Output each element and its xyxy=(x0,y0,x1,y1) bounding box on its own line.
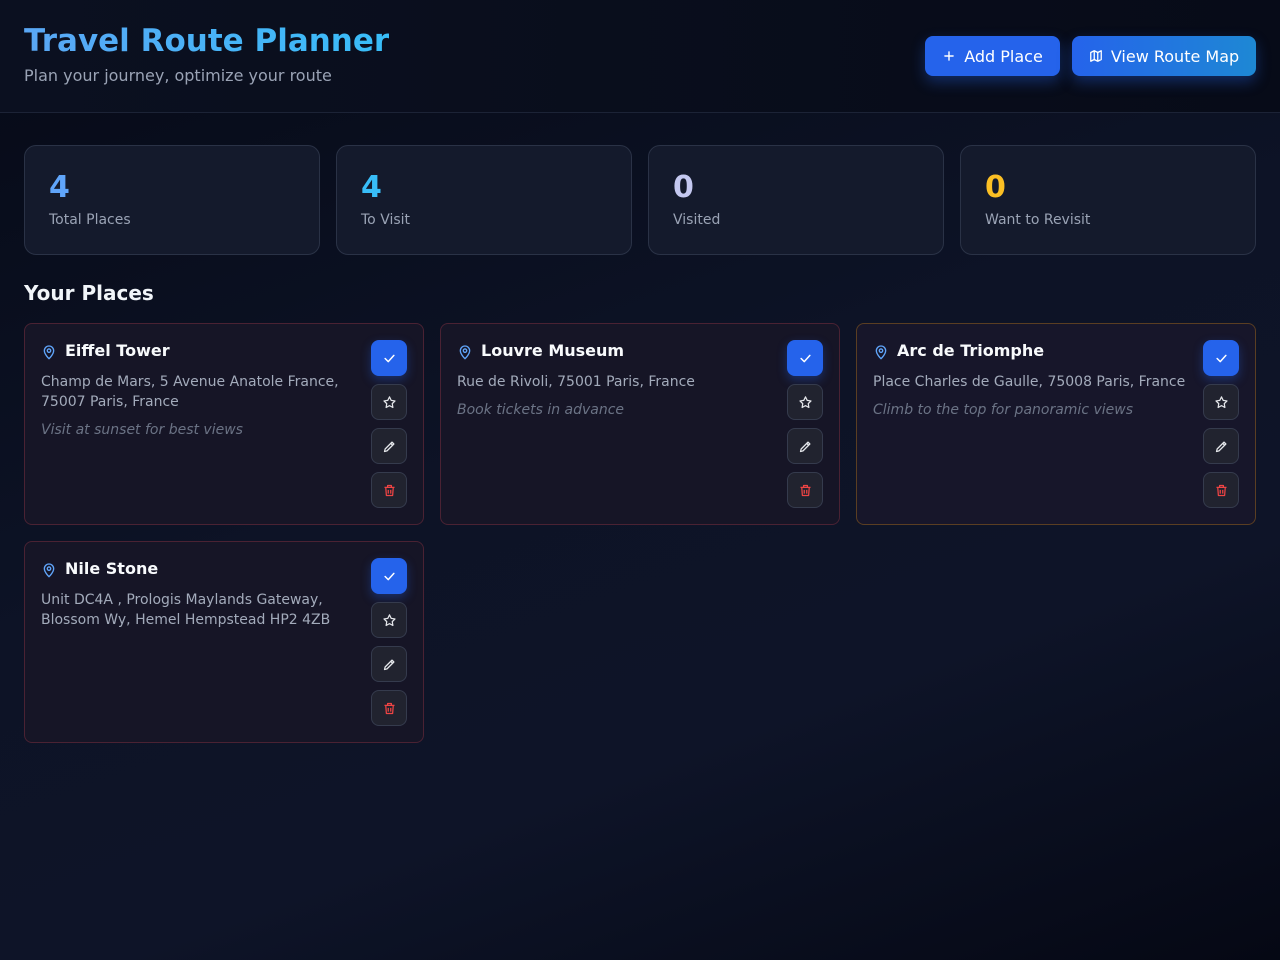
delete-place-button[interactable] xyxy=(371,472,407,508)
mark-visited-button[interactable] xyxy=(787,340,823,376)
app-subtitle: Plan your journey, optimize your route xyxy=(24,66,332,85)
stat-label: Total Places xyxy=(49,212,131,228)
star-icon xyxy=(382,395,396,408)
place-address: Champ de Mars, 5 Avenue Anatole France, … xyxy=(41,374,339,410)
place-name: Louvre Museum xyxy=(481,341,625,360)
view-route-map-button[interactable]: View Route Map xyxy=(1072,36,1256,76)
stat-card-visited: 0 Visited xyxy=(648,145,944,255)
stat-value: 4 xyxy=(49,170,70,205)
stat-value: 4 xyxy=(361,170,382,205)
add-place-label: Add Place xyxy=(964,46,1043,66)
place-address: Rue de Rivoli, 75001 Paris, France xyxy=(457,374,695,390)
place-notes: Climb to the top for panoramic views xyxy=(873,402,1133,418)
map-pin-icon xyxy=(43,563,55,578)
place-card-arc-de-triomphe[interactable]: Arc de Triomphe Place Charles de Gaulle,… xyxy=(856,323,1256,525)
pencil-icon xyxy=(799,441,810,452)
stat-label: To Visit xyxy=(361,212,411,228)
place-card-nile-stone[interactable]: Nile Stone Unit DC4A , Prologis Maylands… xyxy=(24,541,424,743)
place-address: Place Charles de Gaulle, 75008 Paris, Fr… xyxy=(873,374,1186,390)
star-icon xyxy=(798,395,812,408)
trash-icon xyxy=(384,702,394,714)
want-to-revisit-button[interactable] xyxy=(371,602,407,638)
trash-icon xyxy=(384,484,394,496)
trash-icon xyxy=(800,484,810,496)
app-title: Travel Route Planner xyxy=(24,23,390,59)
check-icon xyxy=(383,572,395,580)
stat-label: Visited xyxy=(673,212,721,228)
edit-place-button[interactable] xyxy=(1203,428,1239,464)
mark-visited-button[interactable] xyxy=(1203,340,1239,376)
pencil-icon xyxy=(1215,441,1226,452)
edit-place-button[interactable] xyxy=(371,428,407,464)
pencil-icon xyxy=(383,441,394,452)
place-notes: Book tickets in advance xyxy=(457,402,625,418)
stat-value: 0 xyxy=(985,170,1006,205)
stat-card-total-places: 4 Total Places xyxy=(24,145,320,255)
map-pin-icon xyxy=(43,345,55,360)
stat-card-to-visit: 4 To Visit xyxy=(336,145,632,255)
view-route-map-label: View Route Map xyxy=(1110,46,1240,66)
add-place-button[interactable]: Add Place xyxy=(925,36,1060,76)
star-icon xyxy=(1214,395,1228,408)
map-icon xyxy=(1089,50,1102,62)
edit-place-button[interactable] xyxy=(371,646,407,682)
place-name: Nile Stone xyxy=(65,559,159,578)
delete-place-button[interactable] xyxy=(1203,472,1239,508)
place-name: Eiffel Tower xyxy=(65,341,170,360)
check-icon xyxy=(1215,354,1227,362)
want-to-revisit-button[interactable] xyxy=(787,384,823,420)
place-address: Unit DC4A , Prologis Maylands Gateway, B… xyxy=(41,592,331,628)
place-card-louvre-museum[interactable]: Louvre Museum Rue de Rivoli, 75001 Paris… xyxy=(440,323,840,525)
star-icon xyxy=(382,613,396,626)
delete-place-button[interactable] xyxy=(787,472,823,508)
check-icon xyxy=(799,354,811,362)
trash-icon xyxy=(1216,484,1226,496)
stat-card-want-to-revisit: 0 Want to Revisit xyxy=(960,145,1256,255)
delete-place-button[interactable] xyxy=(371,690,407,726)
want-to-revisit-button[interactable] xyxy=(1203,384,1239,420)
plus-icon xyxy=(944,51,954,61)
map-pin-icon xyxy=(459,345,471,360)
place-notes: Visit at sunset for best views xyxy=(41,422,243,438)
stat-label: Want to Revisit xyxy=(985,212,1091,228)
want-to-revisit-button[interactable] xyxy=(371,384,407,420)
stat-value: 0 xyxy=(673,170,694,205)
mark-visited-button[interactable] xyxy=(371,340,407,376)
map-pin-icon xyxy=(875,345,887,360)
place-name: Arc de Triomphe xyxy=(897,341,1045,360)
pencil-icon xyxy=(383,659,394,670)
section-title: Your Places xyxy=(24,281,154,305)
check-icon xyxy=(383,354,395,362)
place-card-eiffel-tower[interactable]: Eiffel Tower Champ de Mars, 5 Avenue Ana… xyxy=(24,323,424,525)
app-header: Travel Route Planner Plan your journey, … xyxy=(0,0,1280,113)
mark-visited-button[interactable] xyxy=(371,558,407,594)
edit-place-button[interactable] xyxy=(787,428,823,464)
